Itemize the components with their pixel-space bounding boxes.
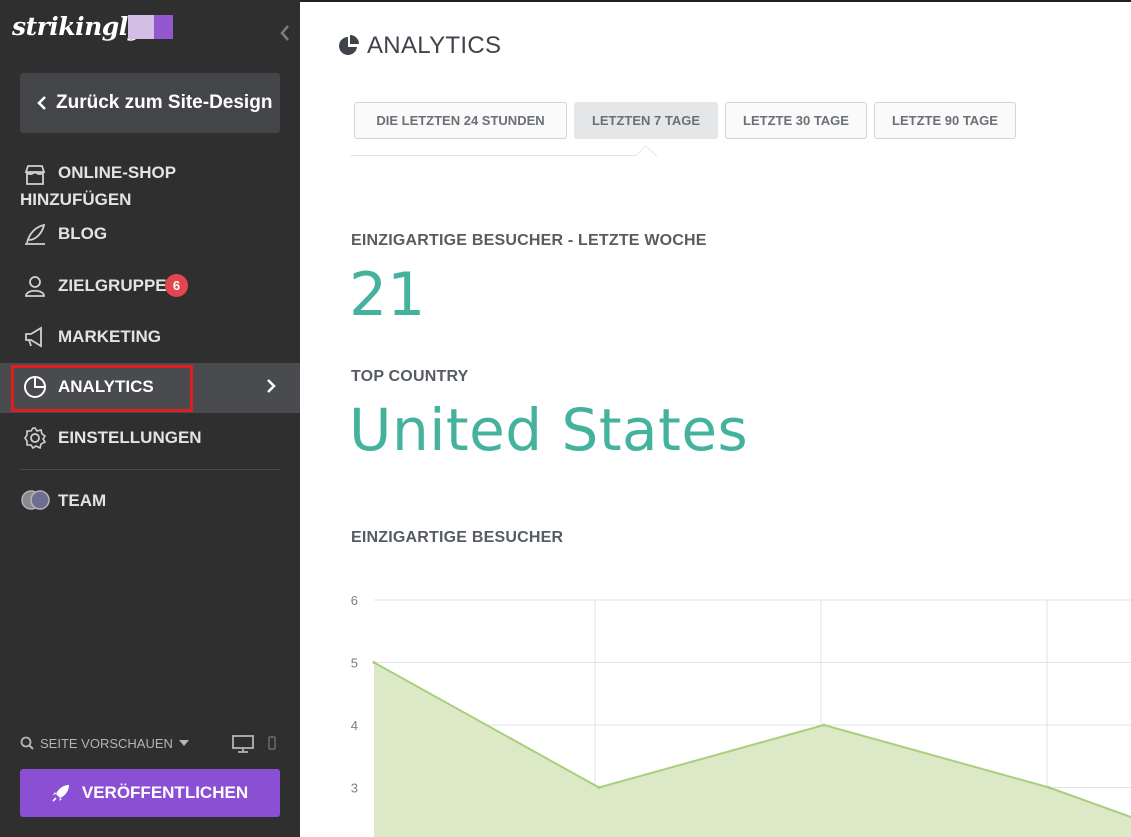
tab-underline <box>350 155 650 156</box>
sidebar-item-zielgruppe[interactable]: ZIELGRUPPE 6 <box>0 272 300 300</box>
pie-chart-icon <box>337 34 361 58</box>
time-range-tabs: DIE LETZTEN 24 STUNDEN LETZTEN 7 TAGE LE… <box>354 102 1023 140</box>
chevron-right-icon <box>266 378 276 399</box>
sidebar-item-label: BLOG <box>58 224 108 243</box>
sidebar-divider <box>20 469 280 470</box>
mobile-preview-icon[interactable] <box>268 736 276 755</box>
gear-icon <box>22 425 48 451</box>
sidebar-item-label: MARKETING <box>58 327 161 346</box>
chart-title: EINZIGARTIGE BESUCHER <box>351 529 564 546</box>
data-point <box>822 723 826 727</box>
sidebar-item-label: TEAM <box>58 491 107 510</box>
rocket-icon <box>52 784 70 802</box>
sidebar-item-einstellungen[interactable]: EINSTELLUNGEN <box>0 424 300 452</box>
active-tab-notch <box>635 145 657 156</box>
sidebar-item-online-shop[interactable]: ONLINE-SHOP HINZUFÜGEN <box>0 160 300 216</box>
tab-30-days[interactable]: LETZTE 30 TAGE <box>725 102 867 139</box>
y-tick-label: 5 <box>351 656 358 671</box>
unique-visitors-label: EINZIGARTIGE BESUCHER - LETZTE WOCHE <box>351 232 707 249</box>
sidebar: strikingly Zurück zum Site-Design ONLINE… <box>0 0 300 837</box>
preview-label: SEITE VORSCHAUEN <box>40 735 173 751</box>
sidebar-item-label: HINZUFÜGEN <box>20 190 132 209</box>
audience-icon <box>22 273 48 299</box>
y-tick-label: 3 <box>351 781 358 796</box>
top-country-label: TOP COUNTRY <box>351 368 469 385</box>
visitors-area-chart: 6 5 4 3 <box>351 593 1131 837</box>
unique-visitors-value: 21 <box>349 260 426 330</box>
logo-swatch <box>154 15 173 39</box>
sidebar-item-label: ONLINE-SHOP <box>58 163 177 182</box>
tab-24-hours[interactable]: DIE LETZTEN 24 STUNDEN <box>354 102 567 139</box>
data-point <box>1047 786 1051 789</box>
sidebar-item-blog[interactable]: BLOG <box>0 220 300 248</box>
top-country-value: United States <box>349 396 749 464</box>
logo-text: strikingly <box>12 12 142 41</box>
logo-swatch <box>128 15 154 39</box>
tab-90-days[interactable]: LETZTE 90 TAGE <box>874 102 1016 139</box>
publish-label: VERÖFFENTLICHEN <box>81 783 249 802</box>
publish-button[interactable]: VERÖFFENTLICHEN <box>20 769 280 817</box>
collapse-sidebar-icon[interactable] <box>279 24 299 44</box>
megaphone-icon <box>22 324 48 350</box>
data-point <box>597 786 601 789</box>
back-to-site-design-button[interactable]: Zurück zum Site-Design <box>20 73 280 133</box>
sidebar-item-label: ZIELGRUPPE <box>58 276 167 295</box>
chevron-left-icon <box>36 95 48 111</box>
page-title-text: ANALYTICS <box>367 32 502 59</box>
logo[interactable]: strikingly <box>12 10 300 46</box>
caret-down-icon <box>178 740 189 746</box>
desktop-preview-icon[interactable] <box>232 735 254 758</box>
notification-badge: 6 <box>165 274 188 297</box>
selection-highlight <box>11 365 193 412</box>
back-button-label: Zurück zum Site-Design <box>56 92 273 113</box>
main-content: ANALYTICS DIE LETZTEN 24 STUNDEN LETZTEN… <box>300 0 1131 837</box>
store-icon <box>22 162 48 188</box>
data-point <box>372 661 376 664</box>
area-fill <box>374 662 1131 837</box>
sidebar-item-label: EINSTELLUNGEN <box>58 428 202 447</box>
quill-icon <box>22 221 48 247</box>
sidebar-item-team[interactable]: TEAM <box>0 487 300 515</box>
tab-7-days[interactable]: LETZTEN 7 TAGE <box>574 102 718 139</box>
sidebar-item-marketing[interactable]: MARKETING <box>0 323 300 351</box>
search-icon <box>20 736 34 750</box>
page-title: ANALYTICS <box>337 32 501 60</box>
team-avatars-icon <box>21 489 50 511</box>
y-tick-label: 6 <box>351 593 358 608</box>
y-tick-label: 4 <box>351 718 358 733</box>
